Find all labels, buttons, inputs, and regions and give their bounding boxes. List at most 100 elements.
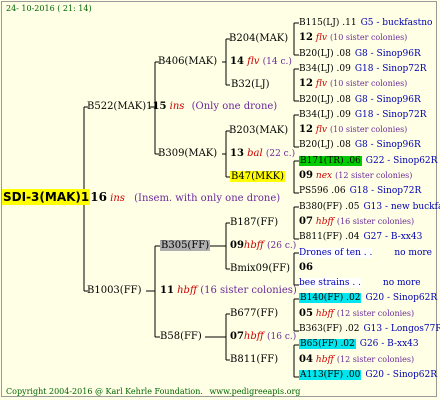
- gen4-info: G22 - Sinop62R: [365, 156, 438, 166]
- gen1-note: (Only one drone): [191, 101, 278, 112]
- gen4-label: B115(LJ) .11: [299, 18, 357, 28]
- gen4-info: G20 - Sinop62R: [365, 370, 438, 380]
- gen4-label: B363(FF) .02: [299, 324, 360, 334]
- gen3-label: B32(LJ): [231, 79, 270, 90]
- gen1-number: 15: [152, 101, 167, 112]
- gen2-race: hbff: [243, 331, 264, 342]
- gen4-number: 12: [299, 78, 313, 89]
- gen4-row[interactable]: B34(LJ) .09 G18 - Sinop72R: [299, 109, 427, 121]
- gen4-number: 12: [299, 32, 313, 43]
- gen4-label: B811(FF) .04: [299, 232, 360, 242]
- gen4-row[interactable]: A113(FF) .00 G20 - Sinop62R: [299, 369, 437, 381]
- gen4-number: 12: [299, 124, 313, 135]
- gen2-info: 14 flv (14 c.): [230, 56, 292, 68]
- gen4-row[interactable]: 09 nex (12 sister colonies): [299, 170, 412, 182]
- gen1-node-bottom[interactable]: B1003(FF): [87, 285, 141, 297]
- gen4-row[interactable]: B20(LJ) .08 G8 - Sinop96R: [299, 139, 421, 151]
- gen3-node[interactable]: Bmix09(FF): [230, 263, 290, 275]
- gen1-note: (16 sister colonies): [200, 285, 297, 296]
- root-label: SDI-3(MAK)1: [2, 189, 91, 205]
- gen4-race: flv: [315, 33, 328, 43]
- gen4-info: G20 - Sinop62R: [365, 293, 438, 303]
- gen4-label: B20(LJ) .08: [299, 49, 351, 59]
- gen3-node[interactable]: B32(LJ): [231, 79, 270, 91]
- gen4-row[interactable]: PS596 .06 G18 - Sinop72R: [299, 185, 421, 197]
- gen4-info: G18 - Sinop72R: [349, 186, 422, 196]
- gen3-node[interactable]: B203(MAK): [229, 125, 288, 137]
- gen1-bottom-info: 11 hbff (16 sister colonies): [160, 285, 297, 297]
- gen4-row[interactable]: 12 flv (10 sister colonies): [299, 124, 407, 136]
- gen4-race: flv: [315, 125, 328, 135]
- gen3-label: B811(FF): [230, 354, 279, 365]
- gen4-row[interactable]: B380(FF) .05 G13 - new buckfas: [299, 201, 440, 213]
- gen4-info: G13 - new buckfas: [363, 202, 440, 212]
- gen4-row[interactable]: 12 flv (10 sister colonies): [299, 78, 407, 90]
- gen4-row[interactable]: B363(FF) .02 G13 - Longos77R: [299, 323, 440, 335]
- gen4-row[interactable]: 12 flv (10 sister colonies): [299, 32, 407, 44]
- gen4-info: G5 - buckfastno: [360, 18, 433, 28]
- gen2-info: 09hbff (26 c.): [230, 240, 296, 252]
- gen4-row[interactable]: B811(FF) .04 G27 - B-xx43: [299, 231, 422, 243]
- gen4-row[interactable]: B140(FF) .02 G20 - Sinop62R: [299, 292, 437, 304]
- gen2-node[interactable]: B309(MAK): [158, 148, 217, 160]
- gen1-node-top[interactable]: B522(MAK)115 ins (Only one drone): [87, 101, 277, 113]
- gen3-label: B204(MAK): [229, 33, 289, 44]
- gen4-info: G8 - Sinop96R: [354, 49, 421, 59]
- gen2-node[interactable]: B305(FF): [160, 240, 211, 252]
- gen4-number: 07: [299, 216, 313, 227]
- gen2-node[interactable]: B58(FF): [160, 331, 202, 343]
- gen2-number: 09: [230, 240, 244, 251]
- gen4-info: G18 - Sinop72R: [354, 110, 427, 120]
- gen4-note: (10 sister colonies): [330, 33, 408, 42]
- gen4-note: (16 sister colonies): [336, 217, 415, 226]
- gen4-note: (12 sister colonies): [336, 355, 415, 364]
- gen4-row[interactable]: 07 hbff (16 sister colonies): [299, 216, 414, 228]
- gen4-race: flv: [315, 79, 328, 89]
- gen4-label: Drones of ten . .: [299, 248, 373, 258]
- gen4-label: B380(FF) .05: [299, 202, 360, 212]
- gen4-row[interactable]: B20(LJ) .08 G8 - Sinop96R: [299, 94, 421, 106]
- gen4-row[interactable]: 05 hbff (12 sister colonies): [299, 308, 414, 320]
- gen4-number: 09: [299, 170, 313, 181]
- gen3-node[interactable]: B204(MAK): [229, 33, 288, 45]
- gen4-info: no more: [394, 248, 433, 258]
- gen4-row[interactable]: 04 hbff (12 sister colonies): [299, 354, 414, 366]
- gen1-number: 11: [160, 285, 174, 296]
- copyright-text: Copyright 2004-2016 @ Karl Kehrle Founda…: [6, 387, 203, 396]
- gen4-note: (10 sister colonies): [330, 79, 408, 88]
- gen4-row[interactable]: Drones of ten . . no more: [299, 247, 432, 259]
- gen3-node[interactable]: B187(FF): [230, 217, 278, 229]
- gen4-label: B34(LJ) .09: [299, 64, 351, 74]
- gen4-number: 04: [299, 354, 313, 365]
- gen4-info: G27 - B-xx43: [363, 232, 423, 242]
- gen4-row[interactable]: B34(LJ) .09 G18 - Sinop72R: [299, 63, 427, 75]
- gen4-label: B20(LJ) .08: [299, 95, 351, 105]
- gen4-label: B171(TR) .06: [299, 156, 362, 166]
- gen4-row[interactable]: 06: [299, 262, 319, 274]
- gen4-row[interactable]: B171(TR) .06 G22 - Sinop62R: [299, 155, 437, 167]
- gen2-info: 13 bal (22 c.): [230, 148, 295, 160]
- gen4-row[interactable]: bee strains . . no more: [299, 277, 421, 289]
- gen4-race: nex: [315, 171, 333, 181]
- gen3-node[interactable]: B811(FF): [230, 354, 278, 366]
- gen4-number: 06: [299, 262, 313, 273]
- gen4-row[interactable]: B65(FF) .02 G26 - B-xx43: [299, 338, 419, 350]
- date-stamp: 24- 10-2016 ( 21: 14): [6, 4, 92, 13]
- gen4-row[interactable]: B115(LJ) .11 G5 - buckfastno: [299, 17, 432, 29]
- gen4-row[interactable]: B20(LJ) .08 G8 - Sinop96R: [299, 48, 421, 60]
- gen3-label: B677(FF): [230, 308, 279, 319]
- gen3-node[interactable]: B677(FF): [230, 308, 278, 320]
- gen4-info: G13 - Longos77R: [363, 324, 440, 334]
- gen3-label: B187(FF): [230, 217, 279, 228]
- gen3-node[interactable]: B47(MKK): [230, 171, 286, 183]
- site-link[interactable]: www.pedigreeapis.org: [209, 387, 300, 396]
- gen4-note: (10 sister colonies): [330, 125, 408, 134]
- root-node[interactable]: SDI-3(MAK)116 ins (Insem. with only one …: [2, 189, 280, 205]
- gen2-label: B305(FF): [160, 240, 211, 251]
- root-race: ins: [110, 193, 125, 204]
- gen4-info: G8 - Sinop96R: [354, 140, 421, 150]
- gen4-label: B65(FF) .02: [299, 339, 356, 349]
- footer: Copyright 2004-2016 @ Karl Kehrle Founda…: [6, 386, 300, 398]
- gen2-node[interactable]: B406(MAK): [158, 56, 217, 68]
- gen2-number: 07: [230, 331, 244, 342]
